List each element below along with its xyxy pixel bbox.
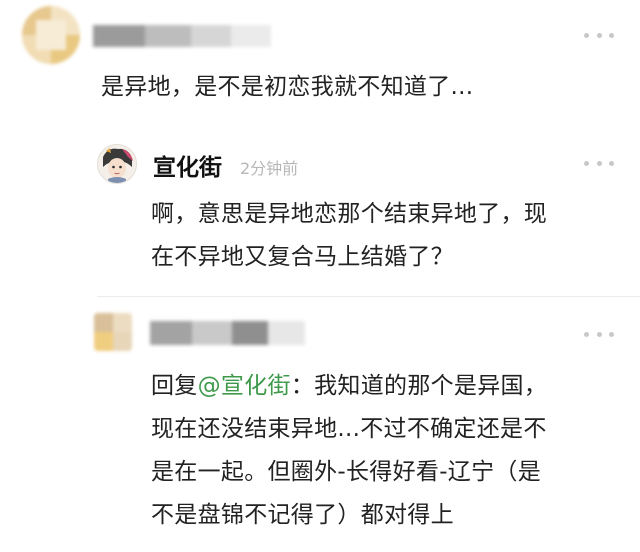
more-dots-icon <box>584 331 589 337</box>
reply-divider <box>97 296 640 297</box>
comment-text-3-line1: 回复@宣化街：我知道的那个是异国， <box>151 365 631 408</box>
reply-prefix: 回复 <box>151 373 198 399</box>
more-dots-icon <box>584 160 589 166</box>
more-options-button-1[interactable] <box>584 30 614 40</box>
avatar-xuanhuajie[interactable] <box>97 144 137 184</box>
timestamp-reply-1: 2分钟前 <box>240 159 299 178</box>
author-name-blurred-2[interactable] <box>150 318 305 348</box>
author-name-xuanhuajie[interactable]: 宣化街 <box>153 148 222 182</box>
more-dots-icon <box>584 32 589 38</box>
comment-text-3-line4: 不是盘锦不记得了）都对得上 <box>151 502 454 528</box>
comment-text-2-line2: 在不异地又复合马上结婚了？ <box>151 244 454 270</box>
reply-colon: ： <box>290 373 315 399</box>
avatar-user-2[interactable] <box>94 313 132 351</box>
comment-text-3-line2: 现在还没结束异地...不过不确定还是不 <box>151 416 547 442</box>
comment-text-3-line3: 是在一起。但圈外-长得好看-辽宁（是 <box>151 459 541 485</box>
author-name-blurred-1[interactable] <box>93 22 271 48</box>
more-options-button-2[interactable] <box>584 158 614 168</box>
more-options-button-3[interactable] <box>584 329 614 339</box>
mention-link[interactable]: @宣化街 <box>198 373 291 399</box>
avatar-user-1[interactable] <box>22 6 80 64</box>
comment-text-2-line1: 啊，意思是异地恋那个结束异地了，现 <box>151 201 548 227</box>
avatar-illustration-icon <box>98 145 136 183</box>
comment-text-1: 是异地，是不是初恋我就不知道了... <box>101 74 474 100</box>
comment-text-3-line1-rest: 我知道的那个是异国， <box>314 373 548 399</box>
